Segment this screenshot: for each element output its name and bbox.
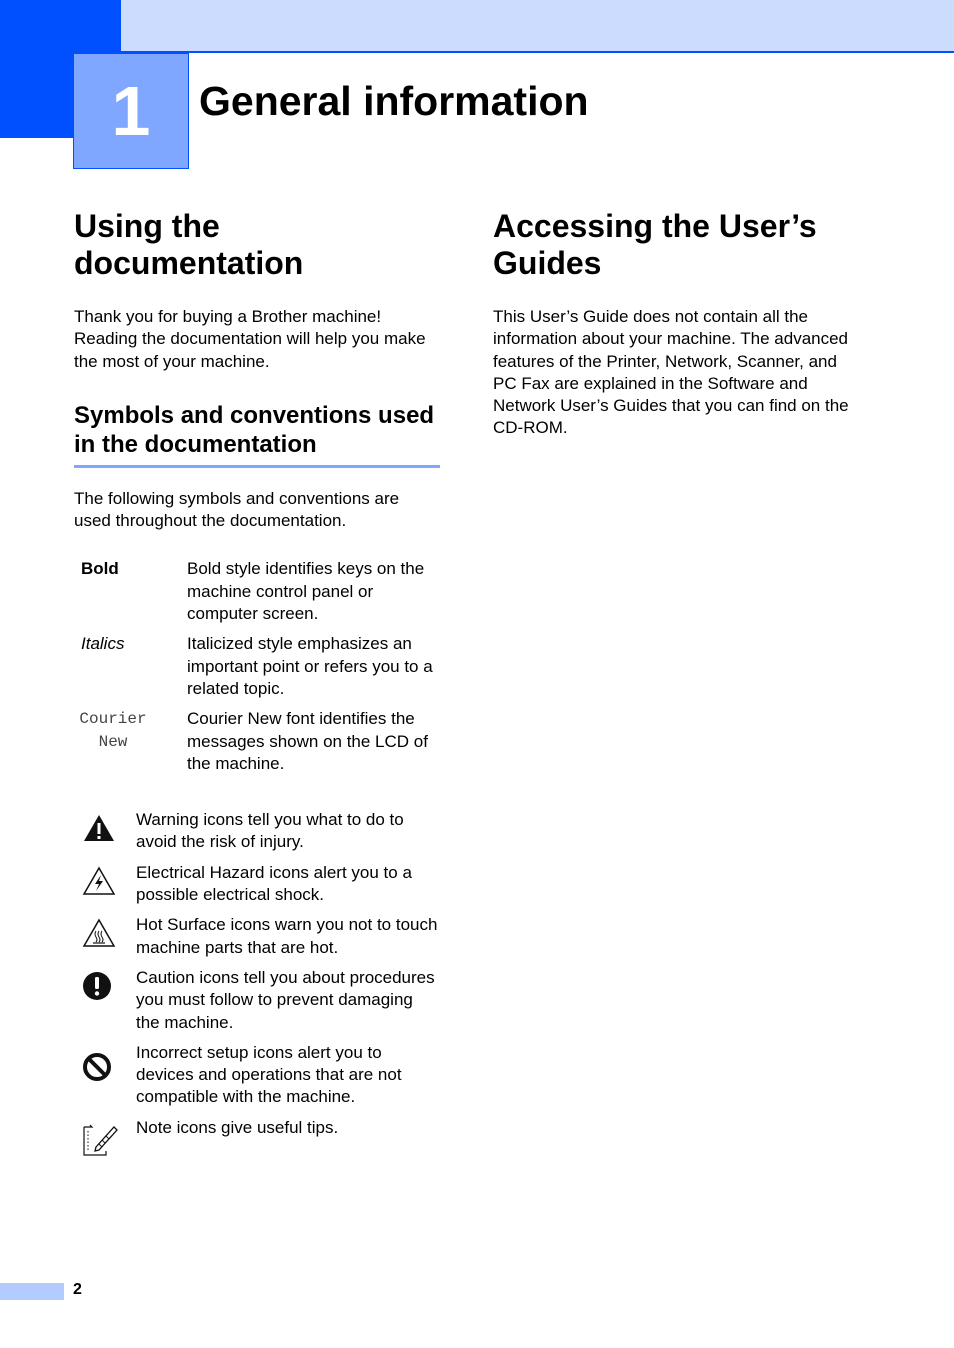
- chapter-number-box: 1: [73, 53, 189, 169]
- table-row: Courier New Courier New font identifies …: [74, 708, 440, 783]
- note-icon: [74, 1117, 136, 1157]
- convention-desc: Bold style identifies keys on the machin…: [187, 559, 425, 624]
- icon-description: Incorrect setup icons alert you to devic…: [136, 1042, 402, 1107]
- left-column: Using the documentation Thank you for bu…: [74, 208, 440, 1165]
- icon-description: Electrical Hazard icons alert you to a p…: [136, 862, 412, 905]
- chapter-title: General information: [199, 78, 589, 124]
- term-courier: Courier New: [79, 710, 147, 751]
- icon-legend: Warning icons tell you what to do to avo…: [74, 809, 440, 1157]
- chapter-number: 1: [111, 72, 151, 150]
- subsection-heading-symbols: Symbols and conventions used in the docu…: [74, 401, 440, 468]
- icon-description: Caution icons tell you about procedures …: [136, 967, 435, 1032]
- right-column: Accessing the User’s Guides This User’s …: [493, 208, 863, 440]
- convention-desc: Italicized style emphasizes an important…: [187, 634, 433, 698]
- intro-paragraph: Thank you for buying a Brother machine! …: [74, 307, 426, 371]
- icon-description: Hot Surface icons warn you not to touch …: [136, 915, 438, 957]
- table-row: Italics Italicized style emphasizes an i…: [74, 633, 440, 708]
- electrical-hazard-icon: [74, 862, 136, 896]
- list-item: Note icons give useful tips.: [74, 1117, 440, 1157]
- convention-term: Italics: [74, 633, 187, 708]
- convention-term: Courier New: [74, 708, 187, 783]
- list-item: Hot Surface icons warn you not to touch …: [74, 914, 440, 959]
- incorrect-setup-icon: [74, 1042, 136, 1082]
- list-item: Caution icons tell you about procedures …: [74, 967, 440, 1034]
- convention-desc: Courier New font identifies the messages…: [187, 709, 428, 773]
- term-bold: Bold: [81, 559, 119, 579]
- hot-surface-icon: [74, 914, 136, 948]
- section-heading-accessing-guides: Accessing the User’s Guides: [493, 208, 817, 281]
- term-italics: Italics: [81, 634, 125, 654]
- table-row: Bold Bold style identifies keys on the m…: [74, 558, 440, 633]
- section-heading-using-documentation: Using the documentation: [74, 208, 304, 281]
- warning-icon: [74, 809, 136, 843]
- list-item: Incorrect setup icons alert you to devic…: [74, 1042, 440, 1109]
- caution-icon: [74, 967, 136, 1001]
- footer-bar: [0, 1283, 64, 1300]
- list-item: Electrical Hazard icons alert you to a p…: [74, 862, 440, 907]
- page-number: 2: [73, 1281, 82, 1298]
- conventions-table: Bold Bold style identifies keys on the m…: [74, 558, 440, 783]
- accessing-guides-paragraph: This User’s Guide does not contain all t…: [493, 307, 849, 438]
- symbols-intro-paragraph: The following symbols and conventions ar…: [74, 488, 400, 531]
- icon-description: Note icons give useful tips.: [136, 1117, 339, 1137]
- icon-description: Warning icons tell you what to do to avo…: [136, 810, 404, 852]
- header-light-band: [121, 0, 954, 53]
- convention-term: Bold: [74, 558, 187, 633]
- list-item: Warning icons tell you what to do to avo…: [74, 809, 440, 854]
